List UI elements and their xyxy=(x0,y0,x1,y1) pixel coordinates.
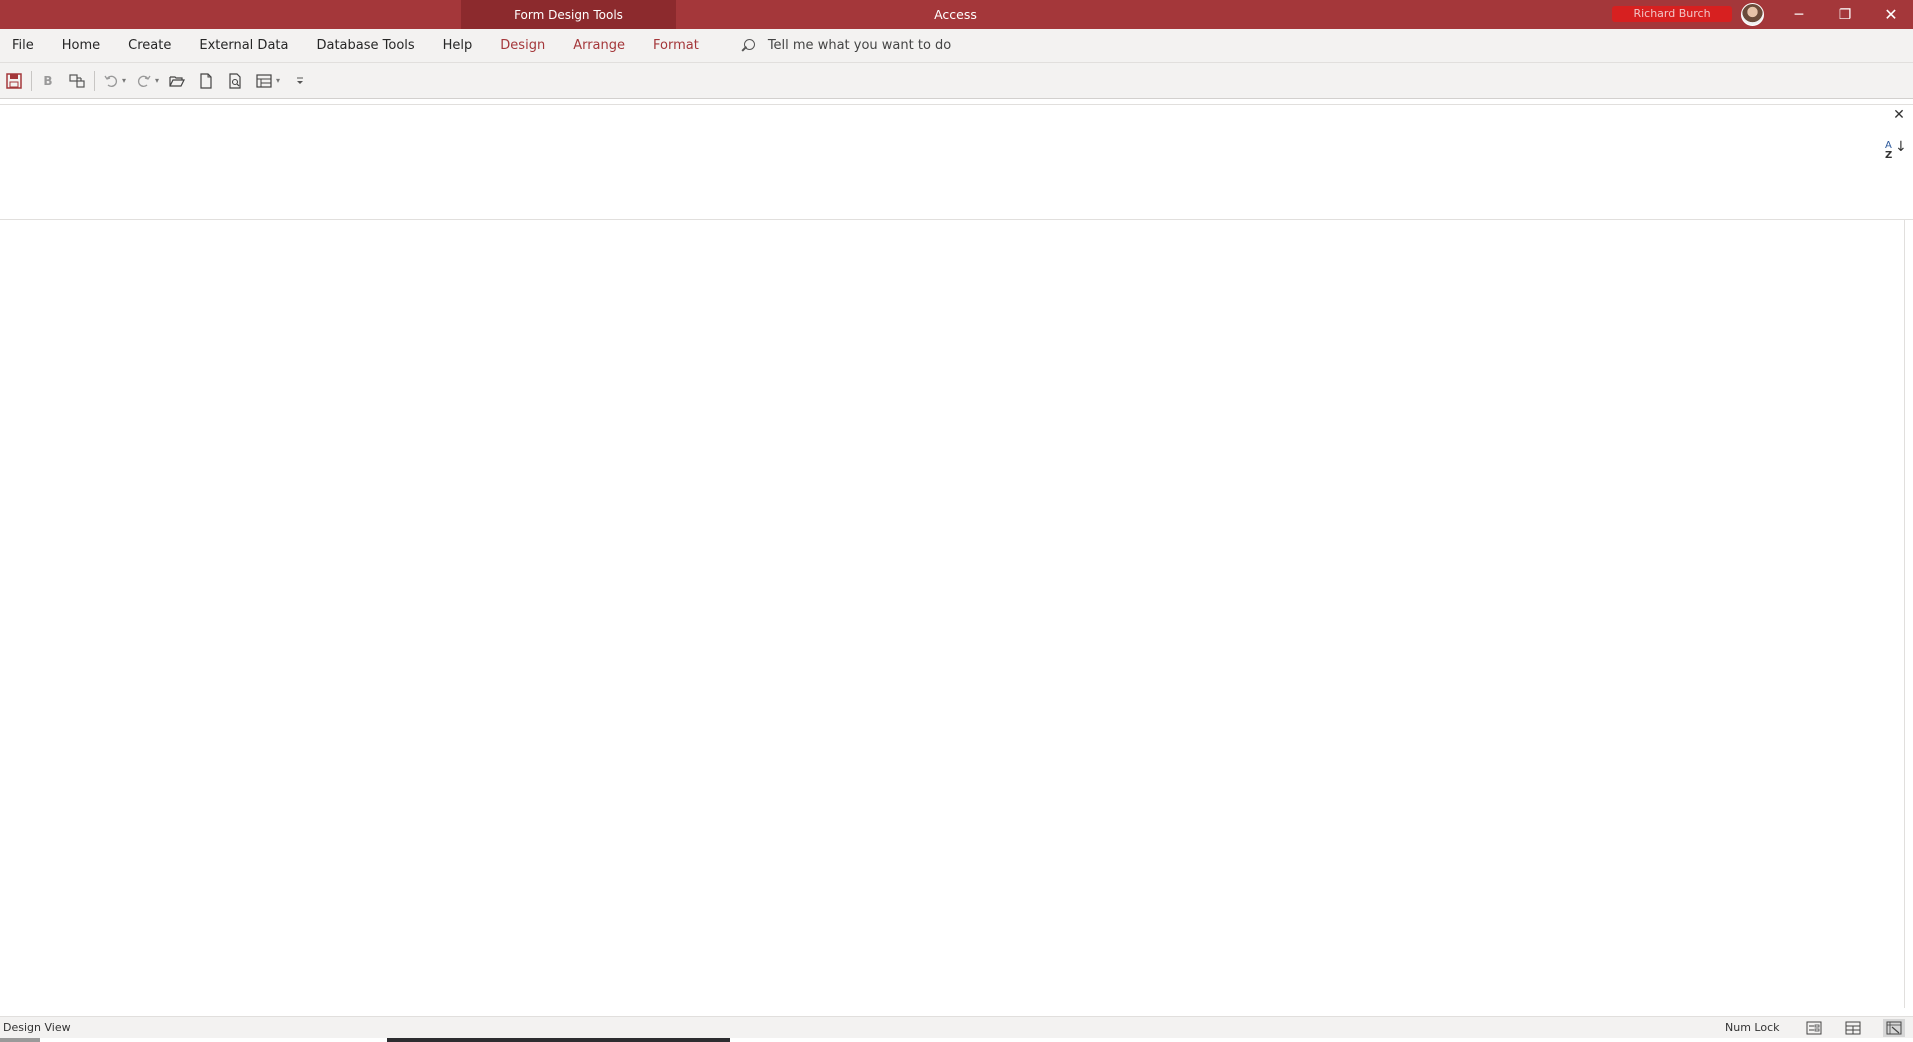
taskbar-edge xyxy=(0,1038,1913,1042)
view-dropdown-icon[interactable]: ▾ xyxy=(276,76,280,85)
document-area: ✕ A Z ↓ xyxy=(0,104,1913,1008)
sort-arrow-icon: ↓ xyxy=(1895,139,1907,155)
search-icon xyxy=(741,38,755,53)
new-document-icon xyxy=(200,72,212,89)
close-pane-button[interactable]: ✕ xyxy=(1889,105,1909,125)
tab-create[interactable]: Create xyxy=(114,29,185,62)
sort-icon[interactable]: A Z ↓ xyxy=(1884,139,1907,165)
title-bar: Form Design Tools Access Richard Burch ─… xyxy=(0,0,1913,29)
minimize-button[interactable]: ─ xyxy=(1776,0,1822,29)
customize-toolbar-icon xyxy=(297,77,304,84)
print-preview-button[interactable] xyxy=(223,69,247,93)
layout-view-button[interactable] xyxy=(1842,1019,1864,1037)
undo-dropdown-icon[interactable]: ▾ xyxy=(122,76,126,85)
form-view-icon xyxy=(256,73,272,88)
design-canvas[interactable] xyxy=(0,220,1905,1008)
status-bar: Design View Num Lock xyxy=(0,1016,1913,1038)
folder-open-icon xyxy=(169,75,186,87)
tab-external-data[interactable]: External Data xyxy=(185,29,302,62)
property-pane-header: ✕ A Z ↓ xyxy=(0,105,1913,220)
view-button[interactable] xyxy=(252,69,276,93)
relationship-icon xyxy=(69,73,85,88)
user-name[interactable]: Richard Burch xyxy=(1612,6,1732,22)
bold-button[interactable]: B xyxy=(36,69,60,93)
tab-format[interactable]: Format xyxy=(639,29,713,62)
sort-a-label: A xyxy=(1885,140,1892,151)
tab-home[interactable]: Home xyxy=(48,29,114,62)
ribbon-tabs: File Home Create External Data Database … xyxy=(0,29,1913,62)
design-view-button[interactable] xyxy=(1883,1019,1905,1037)
tab-arrange[interactable]: Arrange xyxy=(559,29,639,62)
design-view-icon xyxy=(1886,1021,1902,1035)
restore-button[interactable]: ❐ xyxy=(1822,0,1868,29)
new-button[interactable] xyxy=(194,69,218,93)
taskbar-segment xyxy=(0,1038,40,1042)
form-view-button[interactable] xyxy=(1803,1019,1825,1037)
save-icon xyxy=(6,72,22,89)
contextual-tab-label: Form Design Tools xyxy=(461,0,676,29)
form-design-tools-label: Form Design Tools xyxy=(514,7,623,22)
tab-file[interactable]: File xyxy=(0,29,48,62)
redo-button[interactable] xyxy=(132,69,156,93)
app-name: Access xyxy=(934,7,977,22)
relationship-button[interactable] xyxy=(65,69,89,93)
open-button[interactable] xyxy=(165,69,189,93)
undo-icon xyxy=(104,75,117,87)
tab-database-tools[interactable]: Database Tools xyxy=(302,29,428,62)
quick-access-toolbar: B ▾ ▾ ▾ xyxy=(0,62,1913,99)
sort-z-label: Z xyxy=(1885,150,1893,161)
print-preview-icon xyxy=(229,72,241,89)
tell-me-search[interactable]: Tell me what you want to do xyxy=(741,38,951,53)
customize-qat-button[interactable] xyxy=(292,69,308,93)
user-avatar[interactable] xyxy=(1741,3,1764,26)
redo-dropdown-icon[interactable]: ▾ xyxy=(155,76,159,85)
redo-icon xyxy=(138,75,151,87)
layout-view-icon xyxy=(1845,1021,1861,1035)
toolbar-divider xyxy=(31,70,32,91)
num-lock-indicator: Num Lock xyxy=(1725,1021,1780,1034)
toolbar-divider xyxy=(94,70,95,91)
status-mode: Design View xyxy=(3,1021,71,1034)
undo-button[interactable] xyxy=(99,69,123,93)
tell-me-text: Tell me what you want to do xyxy=(767,38,952,53)
save-button[interactable] xyxy=(2,69,26,93)
form-view-icon xyxy=(1806,1021,1822,1035)
close-window-button[interactable]: ✕ xyxy=(1868,0,1913,29)
taskbar-segment xyxy=(387,1038,730,1042)
tab-design[interactable]: Design xyxy=(486,29,559,62)
tab-help[interactable]: Help xyxy=(429,29,487,62)
